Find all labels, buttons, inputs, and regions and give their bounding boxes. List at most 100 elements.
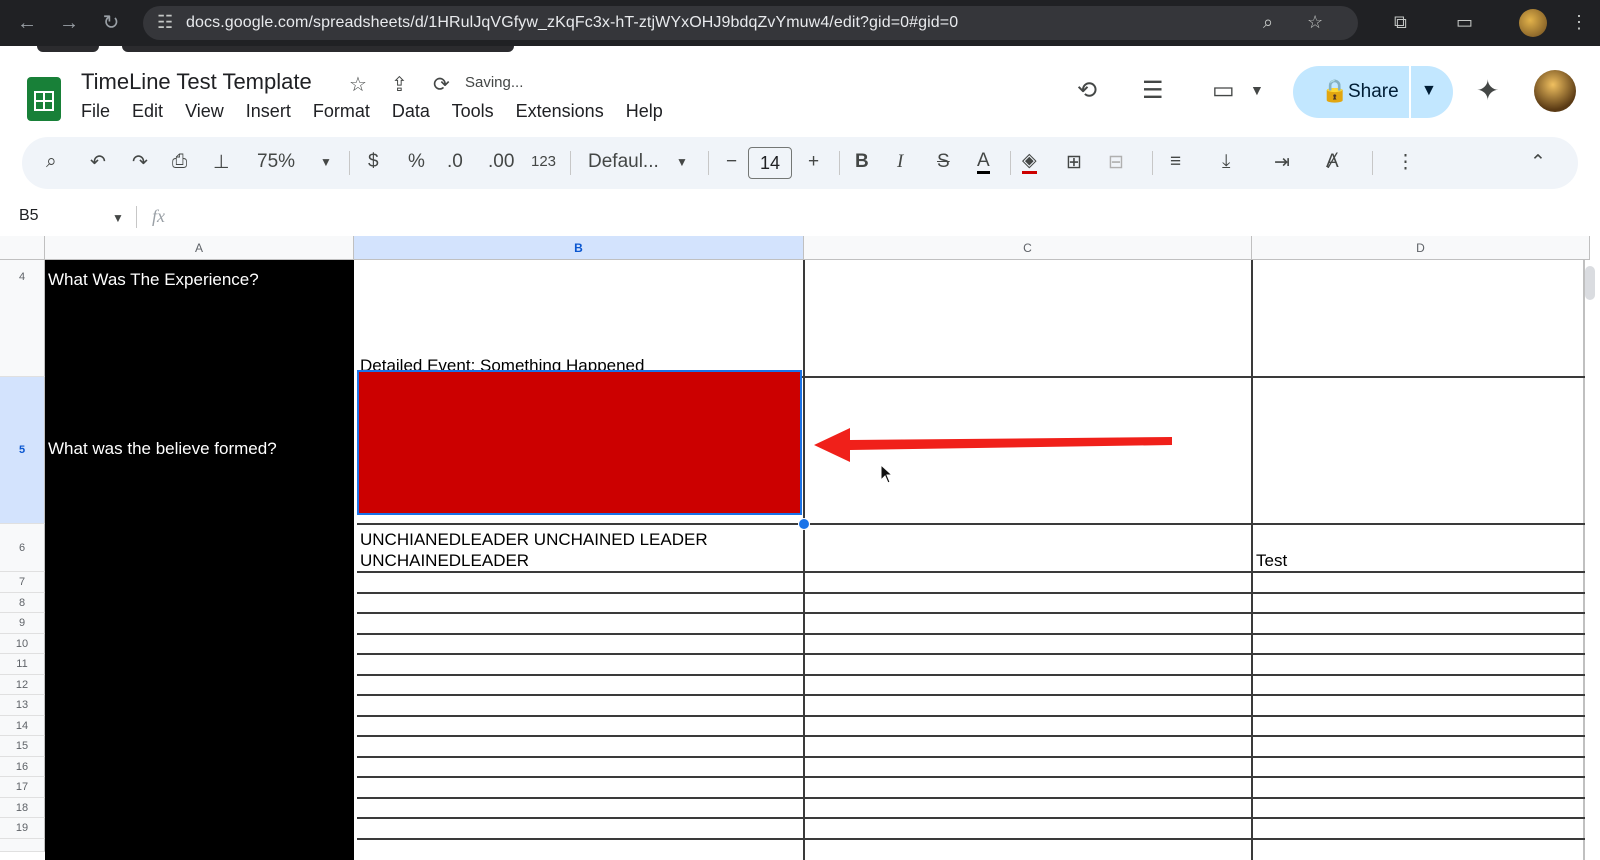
zoom-select[interactable]: 75% [257, 151, 295, 173]
column-header-a[interactable]: A [45, 236, 354, 260]
font-dropdown-icon[interactable]: ▼ [676, 155, 688, 169]
zoom-icon[interactable]: ⌕ [1263, 12, 1273, 33]
vertical-scrollbar[interactable] [1585, 266, 1595, 300]
fx-icon: fx [152, 206, 165, 226]
browser-profile-avatar[interactable] [1519, 9, 1547, 37]
more-formats-button[interactable]: 123 [531, 153, 556, 170]
cast-icon[interactable]: ▭ [1456, 12, 1473, 33]
strikethrough-button[interactable]: S [937, 151, 950, 173]
row-header-partial [0, 838, 45, 852]
gemini-sparkle-icon[interactable]: ✦ [1476, 74, 1499, 107]
text-color-button[interactable]: A [977, 151, 990, 174]
meet-icon[interactable]: ▭ [1212, 76, 1235, 105]
menu-view[interactable]: View [185, 101, 224, 121]
menu-tools[interactable]: Tools [452, 101, 494, 121]
site-settings-icon[interactable]: ☷ [157, 12, 173, 33]
increase-font-size-button[interactable]: + [808, 151, 819, 173]
cell-a5[interactable]: What was the believe formed? [48, 439, 277, 459]
row-header-12[interactable]: 12 [0, 674, 45, 695]
select-all-corner[interactable] [0, 236, 45, 260]
reload-icon[interactable]: ↻ [98, 10, 124, 36]
column-header-d[interactable]: D [1252, 236, 1590, 260]
address-bar[interactable]: ☷ docs.google.com/spreadsheets/d/1HRulJq… [143, 6, 1358, 40]
star-icon[interactable]: ☆ [349, 72, 367, 97]
fill-handle[interactable] [798, 518, 810, 530]
row-header-19[interactable]: 19 [0, 818, 45, 839]
share-button[interactable]: 🔒 Share ▼ [1293, 66, 1453, 118]
zoom-dropdown-icon[interactable]: ▼ [320, 155, 332, 169]
text-wrapping-icon[interactable]: ⇥ [1274, 151, 1290, 174]
share-dropdown-icon[interactable]: ▼ [1421, 82, 1437, 100]
name-box[interactable]: B5 [19, 207, 39, 225]
cell-b6-line1[interactable]: UNCHIANEDLEADER UNCHAINED LEADER [360, 530, 708, 550]
row-header-16[interactable]: 16 [0, 756, 45, 777]
row-header-17[interactable]: 17 [0, 777, 45, 798]
menu-insert[interactable]: Insert [246, 101, 291, 121]
print-icon[interactable]: ⎙ [172, 151, 187, 173]
border-line [1583, 260, 1585, 860]
row-header-8[interactable]: 8 [0, 592, 45, 613]
move-folder-icon[interactable]: ⇪ [391, 72, 408, 97]
column-header-c[interactable]: C [804, 236, 1252, 260]
vertical-align-icon[interactable]: ⤓ [1222, 151, 1230, 173]
row-header-14[interactable]: 14 [0, 715, 45, 736]
column-header-b[interactable]: B [354, 236, 804, 260]
cell-a4[interactable]: What Was The Experience? [48, 270, 259, 290]
row-header-4[interactable]: 4 [0, 260, 45, 377]
redo-icon[interactable]: ↷ [132, 151, 148, 174]
merge-cells-icon[interactable]: ⊟ [1108, 151, 1124, 174]
paint-format-icon[interactable]: ⊥ [213, 151, 230, 174]
italic-button[interactable]: I [897, 151, 903, 173]
address-url: docs.google.com/spreadsheets/d/1HRulJqVG… [186, 14, 959, 31]
chevron-down-icon[interactable]: ▼ [1250, 82, 1264, 98]
font-size-input[interactable]: 14 [748, 147, 792, 179]
menu-format[interactable]: Format [313, 101, 370, 121]
horizontal-align-icon[interactable]: ≡ [1170, 151, 1181, 173]
search-menus-icon[interactable]: ⌕ [46, 151, 57, 173]
tab-hint [37, 46, 99, 52]
cell-d6[interactable]: Test [1256, 551, 1287, 571]
row-header-9[interactable]: 9 [0, 613, 45, 634]
menu-data[interactable]: Data [392, 101, 430, 121]
row-header-13[interactable]: 13 [0, 695, 45, 716]
row-header-15[interactable]: 15 [0, 736, 45, 757]
sheet-grid[interactable]: A B C D 4 5 6 7 8 9 10 11 12 13 14 15 16… [0, 236, 1600, 860]
row-header-7[interactable]: 7 [0, 572, 45, 593]
menu-extensions[interactable]: Extensions [516, 101, 604, 121]
sheets-logo-icon[interactable] [27, 77, 61, 121]
account-avatar[interactable] [1534, 70, 1576, 112]
menu-help[interactable]: Help [626, 101, 663, 121]
decrease-decimal-button[interactable]: .0 [447, 151, 463, 173]
forward-icon[interactable]: → [56, 10, 82, 36]
percent-format-button[interactable]: % [408, 151, 425, 173]
increase-decimal-button[interactable]: .00 [488, 151, 514, 173]
browser-menu-icon[interactable]: ⋮ [1570, 12, 1588, 33]
fill-color-icon[interactable]: ◈ [1022, 151, 1037, 174]
cell-b6-line2[interactable]: UNCHAINEDLEADER [360, 551, 529, 571]
bold-button[interactable]: B [855, 151, 869, 173]
row-header-11[interactable]: 11 [0, 654, 45, 675]
row-header-18[interactable]: 18 [0, 797, 45, 818]
extensions-icon[interactable]: ⧉ [1394, 12, 1407, 33]
undo-icon[interactable]: ↶ [90, 151, 106, 174]
selected-cell-b5[interactable] [357, 370, 802, 515]
menu-file[interactable]: File [81, 101, 110, 121]
row-header-10[interactable]: 10 [0, 633, 45, 654]
bookmark-star-icon[interactable]: ☆ [1307, 12, 1323, 33]
borders-icon[interactable]: ⊞ [1066, 151, 1082, 174]
document-title[interactable]: TimeLine Test Template [81, 69, 312, 95]
menu-edit[interactable]: Edit [132, 101, 163, 121]
version-history-icon[interactable]: ⟲ [1077, 76, 1097, 105]
row-header-6[interactable]: 6 [0, 524, 45, 572]
decrease-font-size-button[interactable]: − [726, 151, 737, 173]
currency-format-button[interactable]: $ [368, 151, 379, 173]
text-rotation-icon[interactable]: Ⱥ [1326, 151, 1339, 173]
more-options-icon[interactable]: ⋮ [1396, 151, 1415, 174]
font-select[interactable]: Defaul... [588, 151, 659, 173]
name-box-dropdown-icon[interactable]: ▼ [112, 211, 124, 225]
row-header-5[interactable]: 5 [0, 377, 45, 524]
collapse-menus-icon[interactable]: ⌃ [1530, 151, 1546, 174]
comments-icon[interactable]: ☰ [1142, 76, 1164, 105]
back-icon[interactable]: ← [14, 10, 40, 36]
red-arrow-annotation [814, 428, 1172, 462]
